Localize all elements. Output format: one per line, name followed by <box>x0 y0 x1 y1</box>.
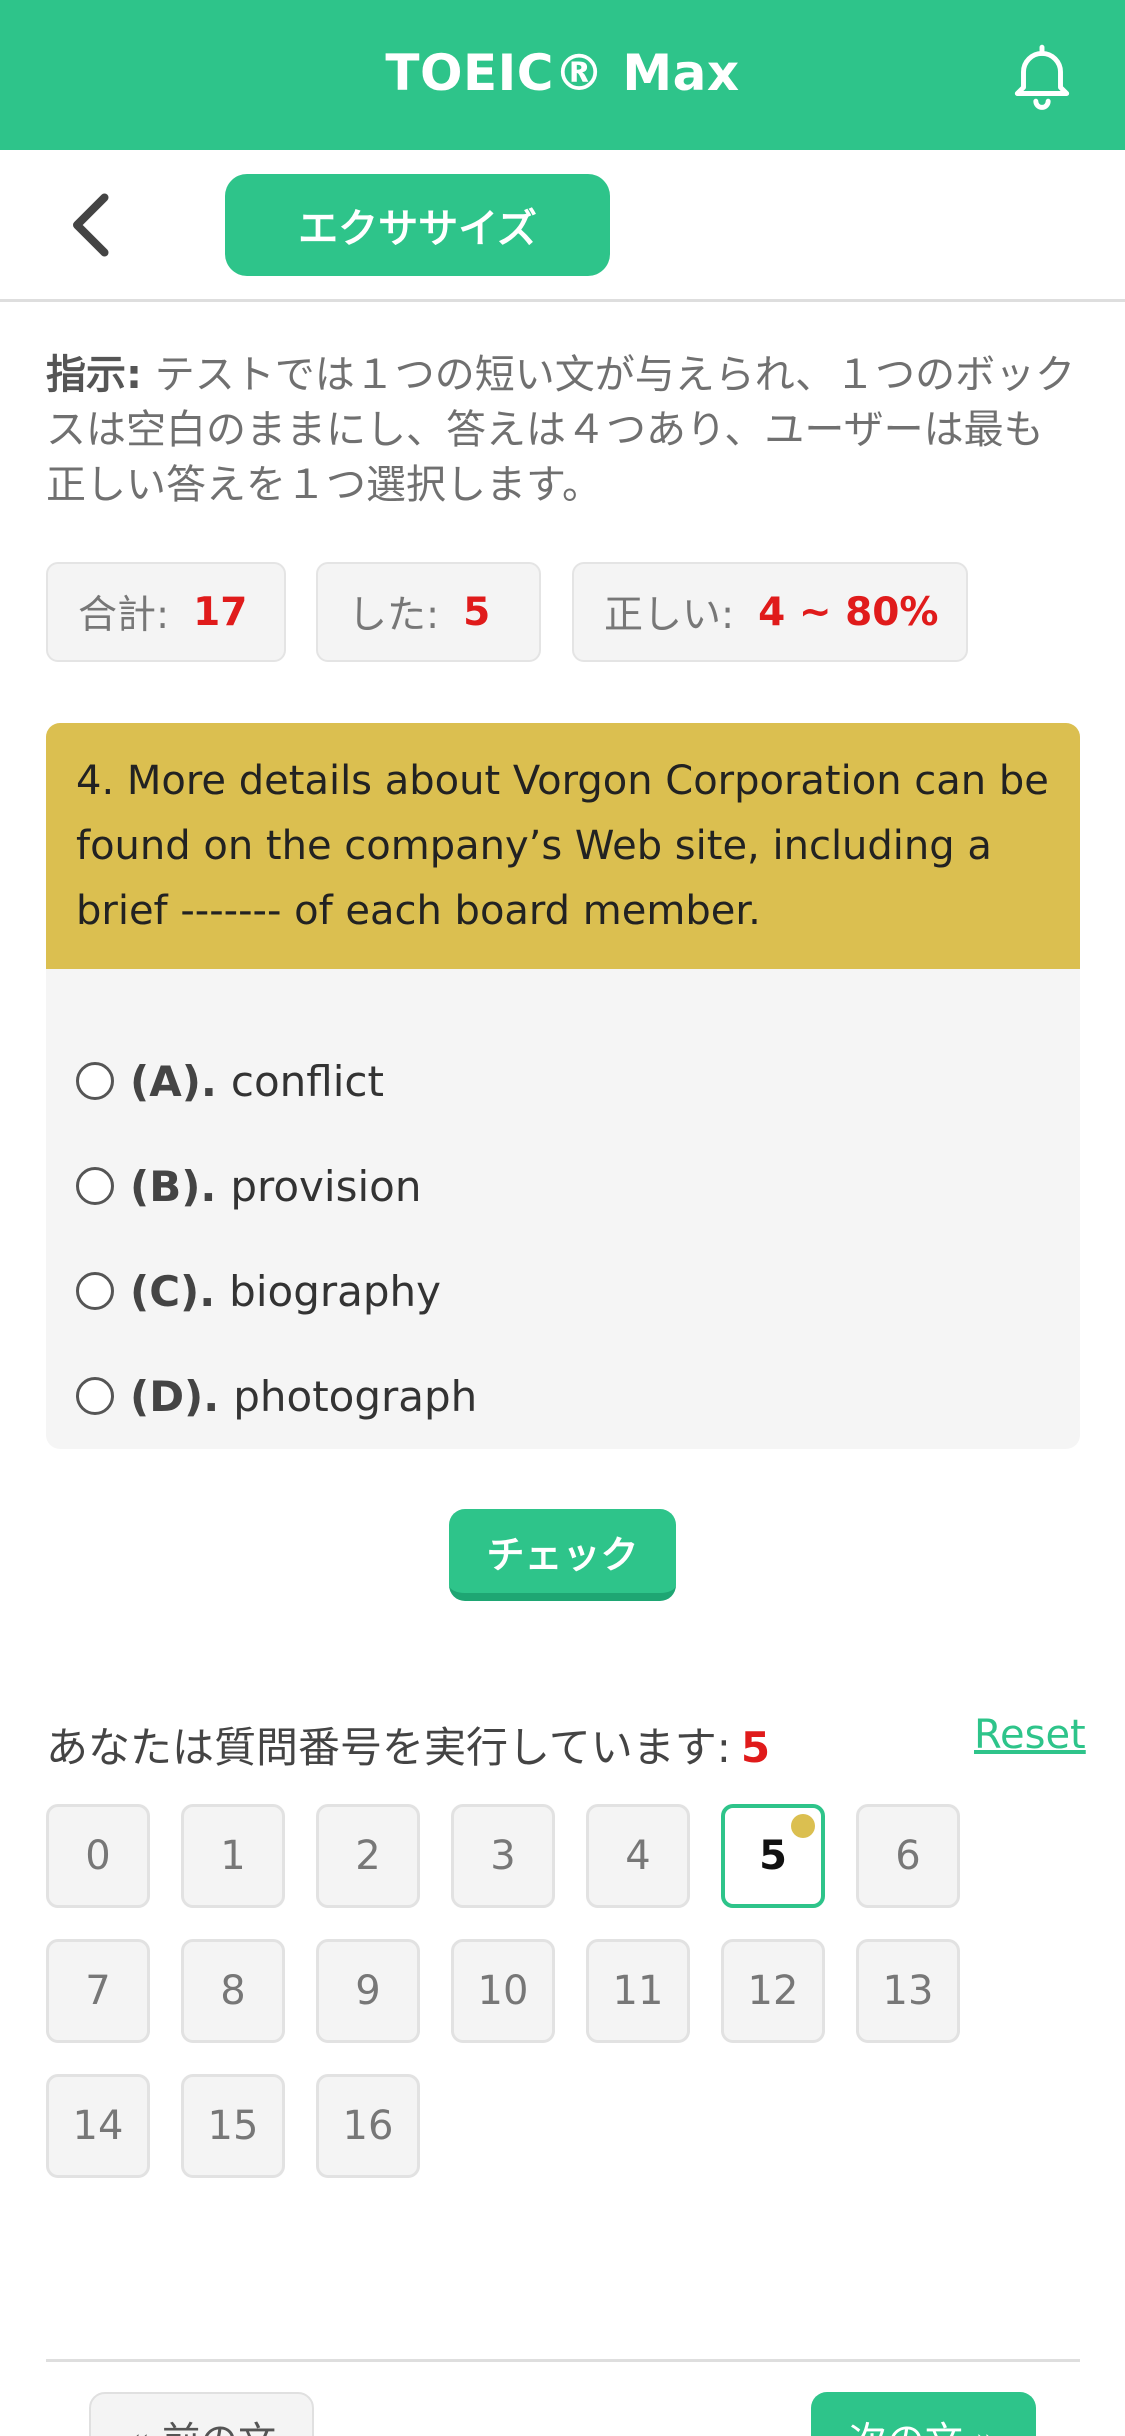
question-number-5-label: 5 <box>759 1833 787 1879</box>
option-d-text: photograph <box>233 1371 478 1421</box>
radio-d[interactable] <box>76 1377 114 1415</box>
question-number-0[interactable]: 0 <box>46 1804 150 1908</box>
stat-total-label: 合計: <box>78 593 170 638</box>
stat-done-value: 5 <box>463 589 491 635</box>
question-prompt: 4. More details about Vorgon Corporation… <box>46 723 1080 969</box>
option-c[interactable]: (C). biography <box>76 1261 441 1321</box>
instruction-label: 指示: <box>46 352 142 398</box>
question-number-1[interactable]: 1 <box>181 1804 285 1908</box>
option-a[interactable]: (A). conflict <box>76 1051 384 1111</box>
stat-correct-value: 4 ~ 80% <box>758 589 939 635</box>
question-number-13[interactable]: 13 <box>856 1939 960 2043</box>
bell-icon[interactable] <box>1005 38 1079 112</box>
question-number-12[interactable]: 12 <box>721 1939 825 2043</box>
question-number-8[interactable]: 8 <box>181 1939 285 2043</box>
next-sentence-button[interactable]: 次の文 » <box>811 2392 1036 2436</box>
option-b-letter: (B). <box>130 1161 217 1211</box>
top-app-bar: TOEIC® Max <box>0 0 1125 150</box>
answer-options: (A). conflict (B). provision (C). biogra… <box>46 969 1080 1449</box>
question-number-2[interactable]: 2 <box>316 1804 420 1908</box>
question-number-15[interactable]: 15 <box>181 2074 285 2178</box>
question-number-9[interactable]: 9 <box>316 1939 420 2043</box>
check-button[interactable]: チェック <box>449 1509 676 1601</box>
option-a-letter: (A). <box>130 1056 217 1106</box>
progress-label: あなたは質問番号を実行しています: 5 <box>46 1714 770 1775</box>
prev-sentence-button[interactable]: « 前の文 <box>89 2392 314 2436</box>
stat-total: 合計: 17 <box>46 562 286 662</box>
option-b-text: provision <box>230 1161 422 1211</box>
reset-link[interactable]: Reset <box>974 1712 1086 1758</box>
question-number-14[interactable]: 14 <box>46 2074 150 2178</box>
instruction-body: テストでは１つの短い文が与えられ、１つのボックスは空白のままにし、答えは４つあり… <box>46 352 1076 508</box>
instruction-text: 指示: テストでは１つの短い文が与えられ、１つのボックスは空白のままにし、答えは… <box>46 348 1076 513</box>
progress-current: 5 <box>740 1723 771 1772</box>
stat-done-label: した: <box>348 593 440 638</box>
option-c-text: biography <box>229 1266 441 1316</box>
question-number-16[interactable]: 16 <box>316 2074 420 2178</box>
divider <box>46 2359 1080 2362</box>
progress-label-text: あなたは質問番号を実行しています: <box>46 1723 731 1772</box>
chevron-left-icon[interactable] <box>62 190 122 260</box>
question-number-3[interactable]: 3 <box>451 1804 555 1908</box>
sub-nav-bar: エクササイズ <box>0 150 1125 302</box>
question-number-4[interactable]: 4 <box>586 1804 690 1908</box>
question-number-11[interactable]: 11 <box>586 1939 690 2043</box>
question-number-5-current[interactable]: 5 <box>721 1804 825 1908</box>
question-number-10[interactable]: 10 <box>451 1939 555 2043</box>
option-b[interactable]: (B). provision <box>76 1156 421 1216</box>
radio-b[interactable] <box>76 1167 114 1205</box>
radio-c[interactable] <box>76 1272 114 1310</box>
answered-dot-icon <box>791 1814 815 1838</box>
option-c-letter: (C). <box>130 1266 216 1316</box>
stat-done: した: 5 <box>316 562 541 662</box>
radio-a[interactable] <box>76 1062 114 1100</box>
stat-correct: 正しい: 4 ~ 80% <box>572 562 968 662</box>
question-number-6[interactable]: 6 <box>856 1804 960 1908</box>
stat-total-value: 17 <box>193 589 248 635</box>
option-d[interactable]: (D). photograph <box>76 1366 477 1426</box>
app-title: TOEIC® Max <box>385 44 740 102</box>
option-d-letter: (D). <box>130 1371 220 1421</box>
tab-exercise[interactable]: エクササイズ <box>225 174 610 276</box>
stat-correct-label: 正しい: <box>604 593 735 638</box>
option-a-text: conflict <box>230 1056 384 1106</box>
question-number-7[interactable]: 7 <box>46 1939 150 2043</box>
